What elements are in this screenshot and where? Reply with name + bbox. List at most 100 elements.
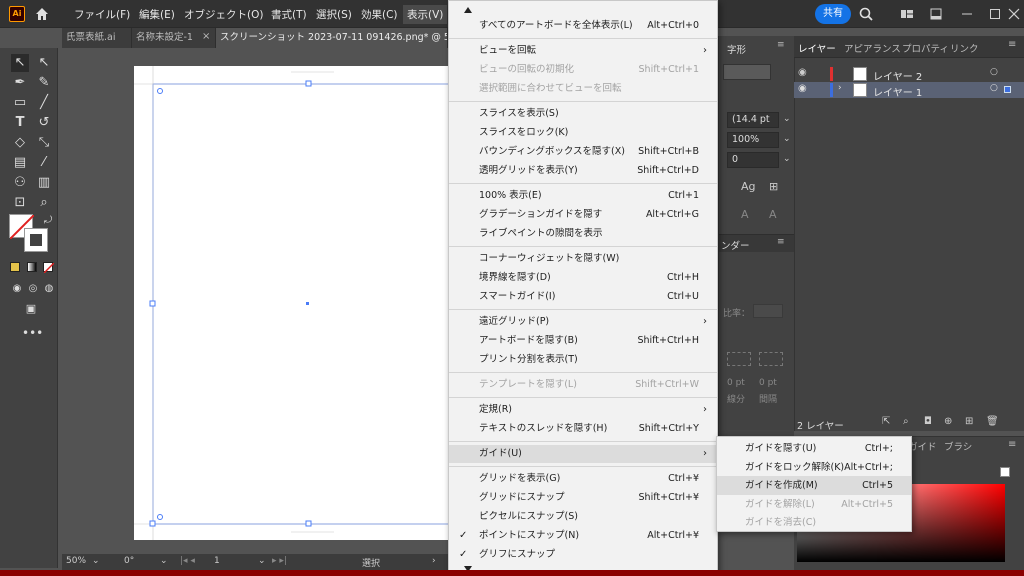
- view-menu-item[interactable]: 遠近グリッド(P) ›: [449, 313, 717, 331]
- menu-icon[interactable]: ≡: [1008, 439, 1016, 450]
- restore-window-icon[interactable]: [987, 6, 1003, 22]
- chevron-down-icon[interactable]: ⌄: [160, 556, 168, 566]
- chevron-down-icon[interactable]: ⌄: [258, 556, 266, 566]
- rectangle-tool-icon[interactable]: ▭: [11, 94, 29, 112]
- search-icon[interactable]: ⌕: [903, 416, 909, 427]
- white-swatch[interactable]: [1000, 467, 1010, 477]
- dash-value-2[interactable]: 0 pt: [759, 378, 777, 388]
- rotate-tool-icon[interactable]: ↺: [35, 114, 53, 132]
- view-menu-item[interactable]: 定規(R) ›: [449, 401, 717, 419]
- grid-icon[interactable]: ⊞: [769, 180, 778, 193]
- tab-guides[interactable]: ガイド: [908, 439, 937, 453]
- chevron-right-icon[interactable]: ›: [838, 83, 842, 93]
- blend-tool-icon[interactable]: ⚇: [11, 174, 29, 192]
- view-menu-item[interactable]: 透明グリッドを表示(Y) Shift+Ctrl+D: [449, 162, 717, 180]
- view-menu-item[interactable]: ライブペイントの隙間を表示: [449, 225, 717, 243]
- new-layer-icon[interactable]: ⊞: [965, 416, 973, 427]
- guide-submenu-item[interactable]: ガイドをロック解除(K) Alt+Ctrl+;: [717, 458, 911, 477]
- view-menu-item[interactable]: スライスを表示(S): [449, 105, 717, 123]
- horizontal-scale-field[interactable]: 100%: [727, 132, 779, 148]
- font-style-field[interactable]: [723, 64, 771, 80]
- layer-row[interactable]: ◉ レイヤー 2 ○: [794, 66, 1024, 83]
- panel-tab-stroke[interactable]: ンダー: [721, 238, 750, 252]
- layer-row[interactable]: ◉ › レイヤー 1 ○: [794, 82, 1024, 99]
- next-artboard-icon[interactable]: ▸ ▸|: [272, 556, 287, 566]
- menu-view[interactable]: 表示(V): [403, 5, 448, 24]
- gradient-mode-icon[interactable]: [27, 262, 37, 272]
- workspace-icon[interactable]: [899, 6, 915, 22]
- view-menu-item[interactable]: ✓ グリフにスナップ: [449, 546, 717, 564]
- eyedropper-tool-icon[interactable]: ⁄: [35, 154, 53, 172]
- pen-tool-icon[interactable]: ✒: [11, 74, 29, 92]
- none-mode-icon[interactable]: [43, 262, 55, 274]
- tab-properties[interactable]: プロパティ: [902, 41, 949, 55]
- layer-name[interactable]: レイヤー 2: [873, 68, 922, 83]
- color-mode-icon[interactable]: [10, 262, 20, 272]
- selection-indicator[interactable]: [1004, 86, 1011, 93]
- tab-document-1[interactable]: 氏票表紙.ai: [62, 28, 132, 48]
- clipping-mask-icon[interactable]: ◘: [924, 416, 932, 427]
- glyph-icon[interactable]: Ag: [741, 180, 756, 193]
- target-icon[interactable]: ○: [990, 83, 998, 93]
- view-menu-item[interactable]: ✓ ポイントにスナップ(N) Alt+Ctrl+¥: [449, 527, 717, 545]
- paintbrush-tool-icon[interactable]: ╱: [35, 94, 53, 112]
- curvature-tool-icon[interactable]: ✎: [35, 74, 53, 92]
- chevron-down-icon[interactable]: ⌄: [92, 556, 100, 566]
- menu-type[interactable]: 書式(T): [271, 7, 307, 22]
- menu-icon[interactable]: ≡: [777, 40, 785, 50]
- artboard-number[interactable]: 1: [214, 556, 220, 566]
- view-menu-item[interactable]: テキストのスレッドを隠す(H) Shift+Ctrl+Y: [449, 420, 717, 438]
- menu-object[interactable]: オブジェクト(O): [184, 7, 263, 22]
- artboard-tool-icon[interactable]: ⊡: [11, 194, 29, 212]
- type-tool-icon[interactable]: T: [11, 114, 29, 132]
- view-menu-item[interactable]: 境界線を隠す(D) Ctrl+H: [449, 269, 717, 287]
- trash-icon[interactable]: 🗑: [986, 416, 999, 427]
- scale-tool-icon[interactable]: ⤡: [35, 134, 53, 152]
- search-icon[interactable]: [858, 6, 874, 22]
- screen-mode-icon[interactable]: ▣: [22, 300, 40, 318]
- chevron-down-icon[interactable]: ⌄: [783, 154, 791, 164]
- close-window-icon[interactable]: [1006, 6, 1022, 22]
- rotation-value[interactable]: 0°: [124, 556, 134, 566]
- selection-tool-icon[interactable]: ↖: [11, 54, 29, 72]
- leading-field[interactable]: (14.4 pt: [727, 112, 779, 128]
- menu-file[interactable]: ファイル(F): [74, 7, 130, 22]
- tab-document-3[interactable]: スクリーンショット 2023-07-11 091426.png* @ 50 % …: [216, 28, 448, 48]
- draw-inside-icon[interactable]: ◍: [40, 280, 58, 298]
- menu-effect[interactable]: 効果(C): [361, 7, 398, 22]
- view-menu-item[interactable]: ピクセルにスナップ(S): [449, 508, 717, 526]
- view-menu-item[interactable]: コーナーウィジェットを隠す(W): [449, 250, 717, 268]
- view-menu-item[interactable]: バウンディングボックスを隠す(X) Shift+Ctrl+B: [449, 143, 717, 161]
- minimize-icon[interactable]: [928, 6, 944, 22]
- menu-select[interactable]: 選択(S): [316, 7, 352, 22]
- view-menu-item[interactable]: アートボードを隠す(B) Shift+Ctrl+H: [449, 332, 717, 350]
- zoom-tool-icon[interactable]: ⌕: [35, 194, 53, 212]
- tracking-field[interactable]: 0: [727, 152, 779, 168]
- view-menu-item[interactable]: スライスをロック(K): [449, 124, 717, 142]
- guide-submenu-item[interactable]: ガイドを隠す(U) Ctrl+;: [717, 439, 911, 458]
- guide-submenu-item[interactable]: ガイドを作成(M) Ctrl+5: [717, 476, 911, 495]
- tab-appearance[interactable]: アピアランス: [844, 41, 901, 55]
- layer-name[interactable]: レイヤー 1: [873, 84, 922, 99]
- menu-edit[interactable]: 編集(E): [139, 7, 175, 22]
- view-menu-item[interactable]: 100% 表示(E) Ctrl+1: [449, 187, 717, 205]
- tab-layers[interactable]: レイヤー: [798, 41, 836, 55]
- view-menu-item[interactable]: プリント分割を表示(T): [449, 351, 717, 369]
- ratio-field[interactable]: [753, 304, 783, 318]
- target-icon[interactable]: ○: [990, 67, 998, 77]
- eraser-tool-icon[interactable]: ◇: [11, 134, 29, 152]
- view-menu-item[interactable]: スマートガイド(I) Ctrl+U: [449, 288, 717, 306]
- font-a-italic-icon[interactable]: A: [769, 208, 777, 221]
- export-icon[interactable]: ⇱: [882, 416, 890, 427]
- scroll-up-icon[interactable]: [463, 6, 473, 14]
- tab-links[interactable]: リンク: [950, 41, 979, 55]
- more-tools-icon[interactable]: •••: [22, 324, 43, 342]
- zoom-level[interactable]: 50%: [66, 556, 86, 566]
- artboard[interactable]: [134, 66, 448, 540]
- direct-selection-tool-icon[interactable]: ↖: [35, 54, 53, 72]
- swap-colors-icon[interactable]: ⤾: [39, 212, 57, 230]
- view-menu-item[interactable]: ビューを回転 ›: [449, 42, 717, 60]
- menu-icon[interactable]: ≡: [777, 237, 785, 247]
- dash-icon[interactable]: [727, 352, 751, 366]
- chevron-down-icon[interactable]: ⌄: [783, 114, 791, 124]
